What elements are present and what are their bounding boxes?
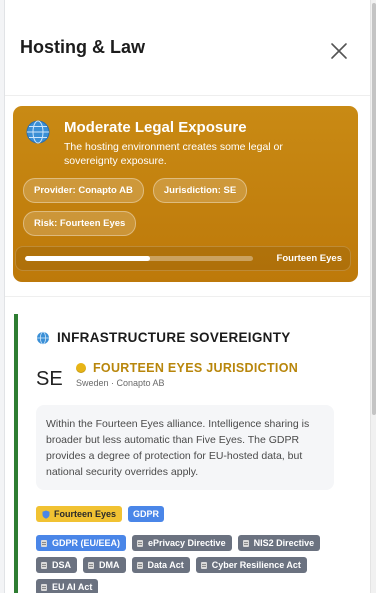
- country-code: SE: [36, 368, 63, 390]
- globe-icon: [37, 331, 49, 344]
- law-tag: EU AI Act: [36, 579, 99, 593]
- screen: Hosting & Law Moderate Legal Exposure Th…: [0, 0, 376, 593]
- panel-title: Hosting & Law: [20, 37, 145, 57]
- exposure-meter-track: [25, 256, 253, 261]
- applicable-laws: GDPR (EU/EEA) ePrivacy Directive NIS2 Di…: [36, 535, 336, 593]
- document-icon: [41, 539, 47, 547]
- document-icon: [137, 539, 144, 547]
- risk-chip: Risk: Fourteen Eyes: [23, 211, 137, 236]
- scrollbar[interactable]: [370, 0, 376, 593]
- exposure-title: Moderate Legal Exposure: [64, 119, 247, 136]
- law-tag: Cyber Resilience Act: [195, 557, 307, 573]
- jurisdiction-title: FOURTEEN EYES JURISDICTION: [93, 361, 299, 375]
- shield-icon: [42, 510, 50, 519]
- section-title: INFRASTRUCTURE SOVEREIGNTY: [57, 330, 291, 345]
- panel-header: Hosting & Law: [5, 0, 370, 96]
- infrastructure-sovereignty-section: INFRASTRUCTURE SOVEREIGNTY SE FOURTEEN E…: [14, 314, 359, 593]
- document-icon: [136, 561, 143, 569]
- law-tag: Data Act: [131, 557, 190, 573]
- jurisdiction-subtitle: Sweden · Conapto AB: [76, 378, 165, 388]
- scrollbar-thumb[interactable]: [372, 3, 376, 415]
- document-icon: [88, 561, 95, 569]
- document-icon: [41, 583, 47, 591]
- law-tag: GDPR (EU/EEA): [36, 535, 127, 551]
- globe-icon: [26, 120, 50, 144]
- jurisdiction-chip: Jurisdiction: SE: [152, 178, 248, 203]
- law-tag: ePrivacy Directive: [132, 535, 232, 551]
- exposure-meter-label: Fourteen Eyes: [276, 253, 342, 264]
- exposure-meter: Fourteen Eyes: [15, 246, 351, 271]
- section-divider: [5, 296, 370, 297]
- gdpr-badge: GDPR: [128, 506, 165, 522]
- legal-exposure-card: Moderate Legal Exposure The hosting envi…: [13, 106, 358, 282]
- document-icon: [242, 539, 249, 547]
- close-icon[interactable]: [330, 42, 348, 60]
- jurisdiction-info: Within the Fourteen Eyes alliance. Intel…: [36, 405, 334, 490]
- document-icon: [41, 561, 47, 569]
- law-tag: NIS2 Directive: [237, 535, 321, 551]
- jurisdiction-row: SE FOURTEEN EYES JURISDICTION Sweden · C…: [36, 361, 359, 391]
- provider-chip: Provider: Conapto AB: [23, 178, 144, 203]
- law-tag: DSA: [36, 557, 78, 573]
- exposure-chips: Provider: Conapto AB Jurisdiction: SE Ri…: [23, 178, 348, 244]
- document-icon: [200, 561, 207, 569]
- law-tag: DMA: [83, 557, 126, 573]
- exposure-description: The hosting environment creates some leg…: [64, 141, 283, 167]
- fourteen-eyes-badge: Fourteen Eyes: [36, 506, 123, 522]
- exposure-meter-fill: [25, 256, 151, 261]
- alliance-tags: Fourteen Eyes GDPR: [36, 506, 359, 522]
- status-dot-icon: [76, 363, 86, 373]
